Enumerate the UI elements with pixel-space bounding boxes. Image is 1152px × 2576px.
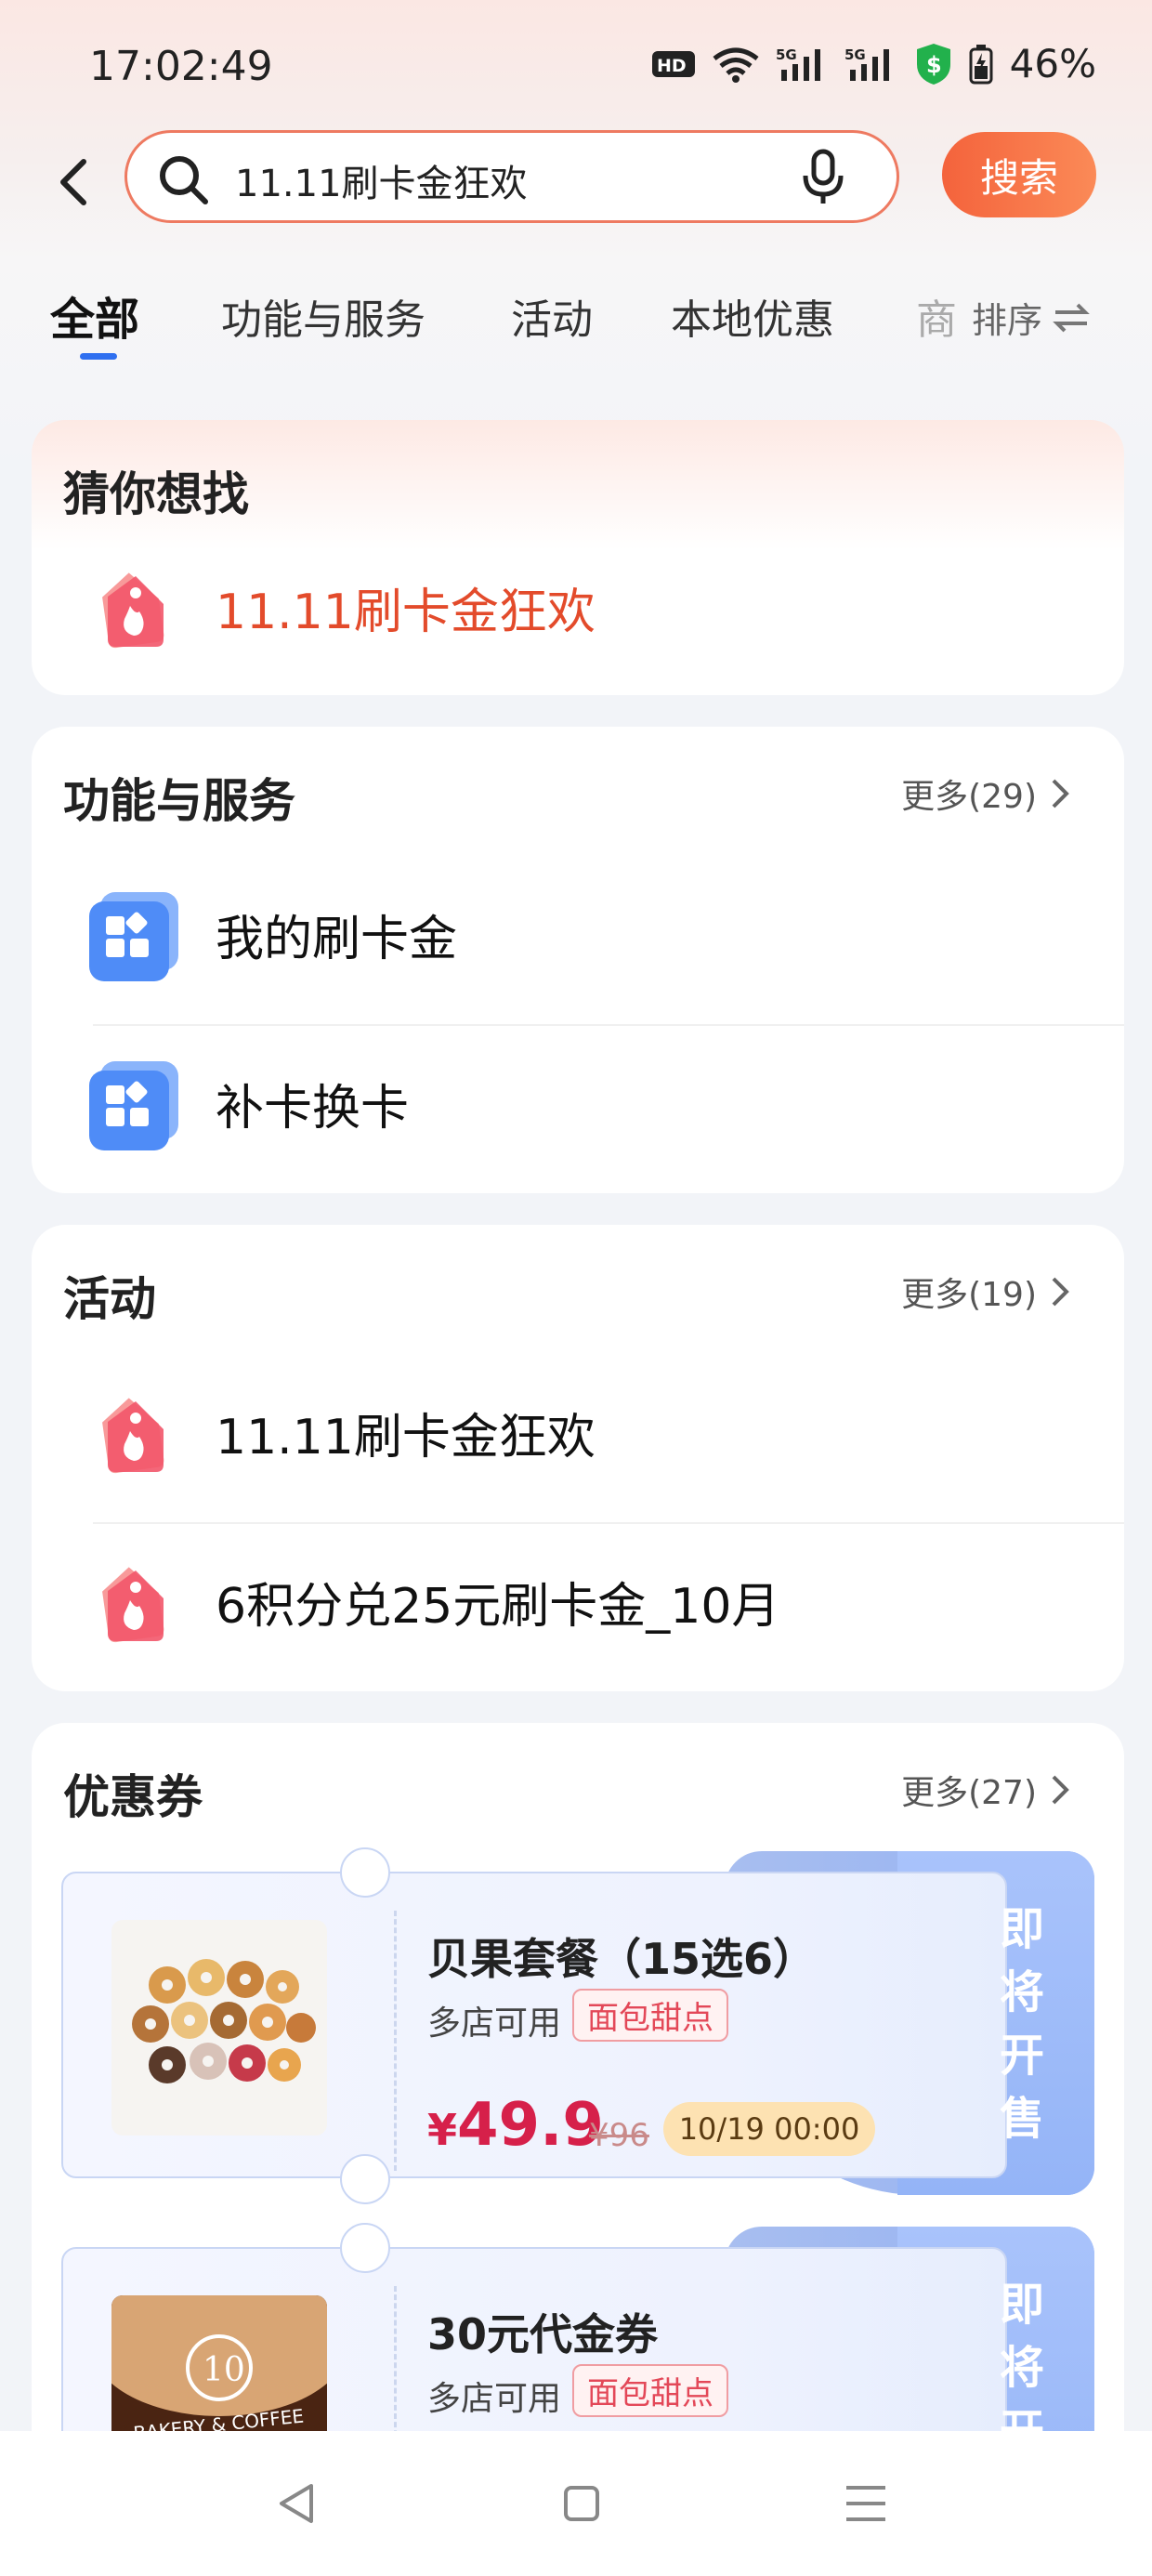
coupon-title: 30元代金券 (427, 2309, 659, 2359)
activity-item[interactable]: 11.11刷卡金狂欢 (32, 1346, 1124, 1513)
tab-all[interactable]: 全部 (50, 283, 139, 348)
nav-menu-button[interactable] (836, 2474, 896, 2533)
coupon-notch (340, 2223, 390, 2273)
guess-title: 猜你想找 (63, 467, 249, 521)
coupons-more-label: 更多(27) (901, 1774, 1037, 1812)
status-icons: HD 5G 5G $ 46% (651, 41, 1096, 86)
service-item-label: 我的刷卡金 (216, 912, 458, 967)
tab-goods[interactable]: 商 (916, 286, 957, 346)
tab-active-indicator (80, 353, 117, 360)
nav-home-button[interactable] (552, 2474, 611, 2533)
tab-activities[interactable]: 活动 (511, 286, 593, 346)
coupon-notch (340, 2154, 390, 2204)
app-grid-icon (87, 1058, 180, 1150)
svg-text:5G: 5G (844, 46, 866, 63)
guess-card: 猜你想找 11.11刷卡金狂欢 (32, 420, 1124, 695)
activity-tag-icon (87, 1556, 180, 1649)
signal-5g-icon-2: 5G (844, 46, 898, 83)
coupon-status: 即将开售 (999, 1903, 1044, 2145)
services-more-label: 更多(29) (901, 778, 1037, 816)
chevron-left-icon (60, 159, 86, 205)
coupon-sale-date: 10/19 00:00 (663, 2102, 875, 2156)
coupon-category-tag: 面包甜点 (572, 1989, 728, 2042)
search-input[interactable]: 11.11刷卡金狂欢 (124, 130, 899, 223)
service-item-my-card-gold[interactable]: 我的刷卡金 (32, 848, 1124, 1015)
battery-level: 46% (1009, 41, 1096, 86)
coupon-stores: 多店可用 (427, 2004, 562, 2043)
triangle-back-icon (280, 2484, 313, 2523)
coupon-stores: 多店可用 (427, 2380, 562, 2418)
wifi-icon (711, 46, 761, 83)
chevron-right-icon (1052, 1775, 1069, 1805)
signal-5g-icon-1: 5G (776, 46, 830, 83)
activities-title: 活动 (63, 1272, 156, 1326)
coupons-title: 优惠券 (63, 1770, 203, 1824)
svg-text:5G: 5G (776, 46, 797, 63)
svg-text:$: $ (926, 52, 942, 78)
activity-item[interactable]: 6积分兑25元刷卡金_10月 (32, 1515, 1124, 1682)
coupon-divider (394, 1911, 397, 2171)
coupon-price: ¥49.9 (427, 2091, 604, 2160)
coupon-title: 贝果套餐（15选6） (427, 1934, 817, 1984)
price-value: 49.9 (457, 2091, 604, 2160)
search-query: 11.11刷卡金狂欢 (235, 163, 528, 205)
hd-icon: HD (651, 48, 696, 80)
svg-text:10: 10 (203, 2351, 245, 2389)
activity-tag-icon (87, 1387, 180, 1479)
search-icon (155, 151, 211, 211)
page: 17:02:49 HD 5G 5G $ 46% 11.11刷卡金狂欢 搜索 全部… (0, 0, 1152, 2576)
nav-back-button[interactable] (268, 2474, 327, 2533)
coupons-card: 优惠券 更多(27) 贝果套餐（15选6） 多店可用 面包甜点 ¥49.9 ¥9… (32, 1723, 1124, 2466)
svg-text:HD: HD (657, 56, 687, 76)
coupons-more-link[interactable]: 更多(27) (901, 1766, 1072, 1814)
activities-more-link[interactable]: 更多(19) (901, 1268, 1072, 1316)
bagel-product-image (111, 1920, 327, 2136)
coupon-notch (340, 1847, 390, 1898)
sort-label: 排序 (972, 300, 1043, 341)
activity-tag-icon (87, 561, 180, 654)
coupon-category-tag: 面包甜点 (572, 2364, 728, 2417)
swap-icon (1053, 303, 1090, 332)
category-tabs: 全部 功能与服务 活动 本地优惠 商 排序 (0, 279, 1152, 372)
chevron-right-icon (1052, 779, 1069, 808)
activities-card: 活动 更多(19) 11.11刷卡金狂欢 6积分兑25元刷卡金_10月 (32, 1225, 1124, 1691)
sort-button[interactable]: 排序 (972, 292, 1091, 343)
status-time: 17:02:49 (89, 43, 273, 90)
guess-item[interactable]: 11.11刷卡金狂欢 (32, 520, 1124, 688)
menu-icon (846, 2486, 885, 2521)
guess-item-label: 11.11刷卡金狂欢 (216, 585, 596, 640)
services-more-link[interactable]: 更多(29) (901, 769, 1072, 818)
service-item-card-replace[interactable]: 补卡换卡 (32, 1017, 1124, 1184)
search-button[interactable]: 搜索 (942, 132, 1096, 217)
coupon-body: 贝果套餐（15选6） 多店可用 面包甜点 ¥49.9 ¥96 10/19 00:… (61, 1872, 1007, 2178)
search-header: 11.11刷卡金狂欢 搜索 (0, 130, 1152, 234)
chevron-right-icon (1052, 1277, 1069, 1307)
services-title: 功能与服务 (63, 774, 295, 828)
security-shield-icon: $ (913, 42, 954, 86)
status-bar: 17:02:49 HD 5G 5G $ 46% (0, 0, 1152, 130)
tab-services[interactable]: 功能与服务 (221, 286, 425, 346)
coupon-original-price: ¥96 (589, 2117, 649, 2154)
system-navigation-bar (0, 2431, 1152, 2576)
app-grid-icon (87, 888, 180, 981)
service-item-label: 补卡换卡 (216, 1081, 410, 1137)
back-button[interactable] (45, 143, 100, 221)
coupon-item[interactable]: 贝果套餐（15选6） 多店可用 面包甜点 ¥49.9 ¥96 10/19 00:… (61, 1847, 1094, 2204)
microphone-icon[interactable] (800, 148, 846, 211)
tab-local-deals[interactable]: 本地优惠 (671, 286, 834, 346)
activity-item-label: 6积分兑25元刷卡金_10月 (216, 1579, 780, 1635)
activities-more-label: 更多(19) (901, 1276, 1037, 1314)
currency-symbol: ¥ (427, 2105, 458, 2155)
services-card: 功能与服务 更多(29) 我的刷卡金 补卡换卡 (32, 727, 1124, 1193)
square-home-icon (564, 2486, 599, 2521)
battery-icon (969, 44, 993, 85)
activity-item-label: 11.11刷卡金狂欢 (216, 1410, 596, 1465)
